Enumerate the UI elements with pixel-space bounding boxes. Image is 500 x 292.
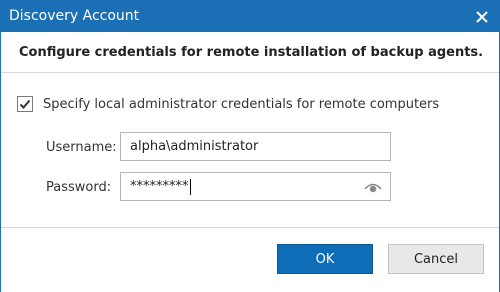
eye-icon[interactable] — [364, 180, 382, 194]
close-icon — [476, 10, 488, 23]
password-input[interactable]: ********* — [120, 172, 391, 201]
title-bar: Discovery Account — [1, 1, 499, 32]
close-button[interactable] — [465, 1, 499, 32]
discovery-account-dialog: Discovery Account Configure credentials … — [0, 0, 500, 292]
password-value: ********* — [130, 179, 189, 194]
ok-button[interactable]: OK — [277, 244, 373, 274]
dialog-title: Discovery Account — [9, 8, 140, 24]
specify-credentials-row: Specify local administrator credentials … — [17, 96, 439, 112]
dialog-footer: OK Cancel — [1, 227, 499, 292]
checkmark-icon — [19, 99, 31, 109]
specify-credentials-checkbox[interactable] — [17, 96, 33, 112]
password-label: Password: — [46, 180, 112, 195]
username-label: Username: — [46, 140, 117, 155]
header-description: Configure credentials for remote install… — [19, 45, 484, 60]
dialog-header: Configure credentials for remote install… — [1, 32, 499, 73]
specify-credentials-label[interactable]: Specify local administrator credentials … — [43, 97, 439, 112]
username-value: alpha\administrator — [130, 139, 259, 154]
username-input[interactable]: alpha\administrator — [120, 132, 391, 161]
text-caret — [189, 178, 191, 195]
cancel-button[interactable]: Cancel — [388, 244, 484, 274]
